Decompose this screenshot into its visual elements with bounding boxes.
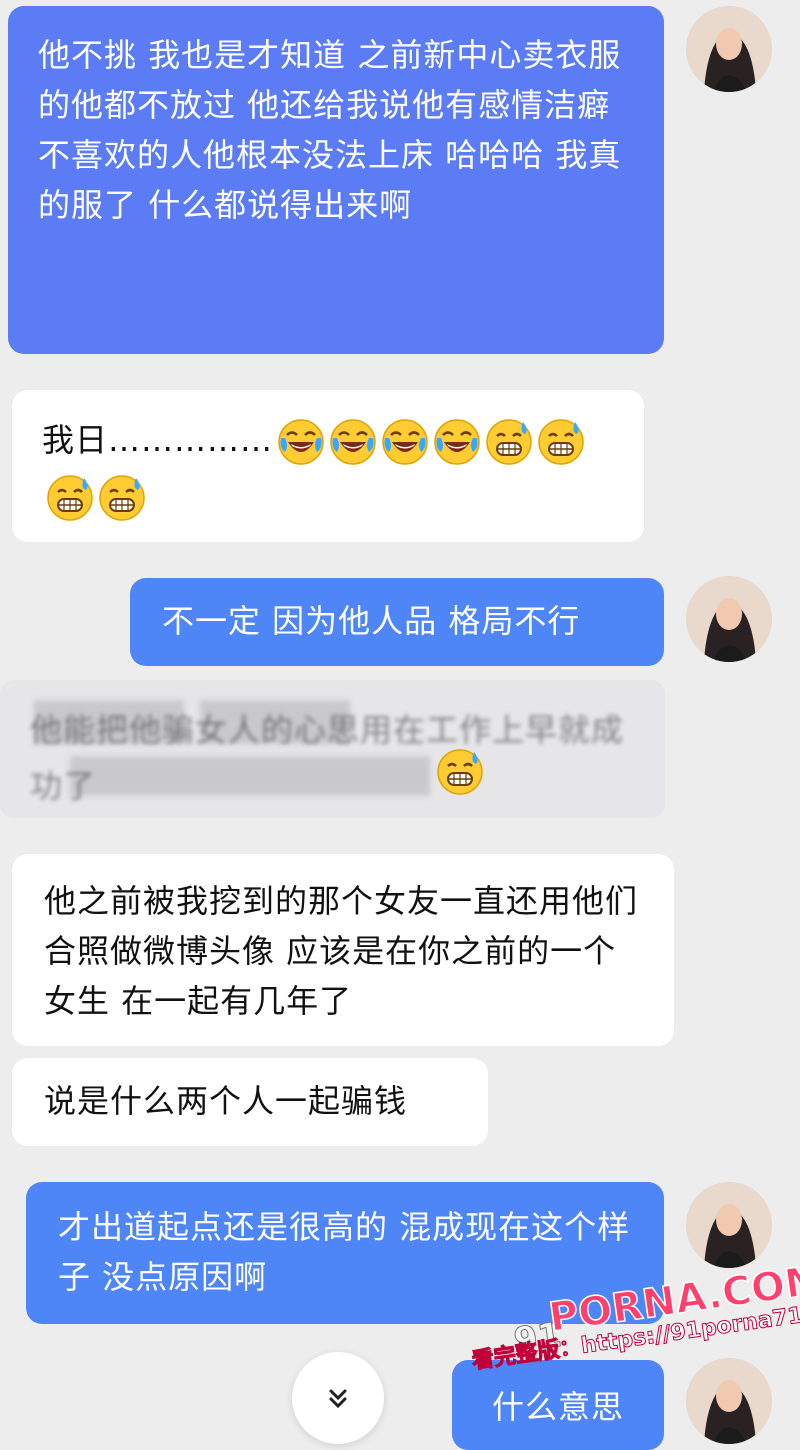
message-bubble-incoming[interactable]: 说是什么两个人一起骗钱 (12, 1058, 488, 1146)
redacted-message: 他能把他骗女人的心思用在工作上早就成功了 (0, 680, 665, 818)
grin-sweat-emoji-icon (437, 749, 483, 795)
message-bubble-outgoing[interactable]: 不一定 因为他人品 格局不行 (130, 578, 664, 666)
grin-sweat-emoji-icon (538, 419, 584, 465)
avatar-image (686, 6, 772, 92)
message-bubble-outgoing[interactable]: 他不挑 我也是才知道 之前新中心卖衣服的他都不放过 他还给我说他有感情洁癖 不喜… (8, 6, 664, 354)
message-text: 才出道起点还是很高的 混成现在这个样子 没点原因啊 (58, 1208, 631, 1296)
laugh-cry-emoji-icon (382, 419, 428, 465)
message-text: 不一定 因为他人品 格局不行 (162, 602, 581, 640)
scroll-to-bottom-button[interactable] (292, 1352, 384, 1444)
avatar-image (686, 1358, 772, 1444)
avatar[interactable] (686, 1358, 772, 1444)
laugh-cry-emoji-icon (278, 419, 324, 465)
avatar[interactable] (686, 6, 772, 92)
message-text: 他之前被我挖到的那个女友一直还用他们合照做微博头像 应该是在你之前的一个女生 在… (44, 882, 639, 1020)
message-text: 说是什么两个人一起骗钱 (44, 1082, 408, 1120)
message-text: 他不挑 我也是才知道 之前新中心卖衣服的他都不放过 他还给我说他有感情洁癖 不喜… (38, 36, 622, 224)
grin-sweat-emoji-icon (486, 419, 532, 465)
message-bubble-incoming[interactable]: 我日…………… (12, 390, 644, 542)
laugh-cry-emoji-icon (330, 419, 376, 465)
redacted-text: 他能把他骗女人的心思用在工作上早就成功了 (30, 711, 625, 805)
avatar-image (686, 1182, 772, 1268)
double-chevron-down-icon (329, 1389, 347, 1409)
message-text: 什么意思 (492, 1388, 625, 1426)
message-bubble-incoming[interactable]: 他之前被我挖到的那个女友一直还用他们合照做微博头像 应该是在你之前的一个女生 在… (12, 854, 674, 1046)
message-text: 我日…………… (42, 421, 274, 459)
avatar[interactable] (686, 1182, 772, 1268)
laugh-cry-emoji-icon (434, 419, 480, 465)
avatar[interactable] (686, 576, 772, 662)
avatar-image (686, 576, 772, 662)
grin-sweat-emoji-icon (47, 475, 93, 521)
grin-sweat-emoji-icon (99, 475, 145, 521)
